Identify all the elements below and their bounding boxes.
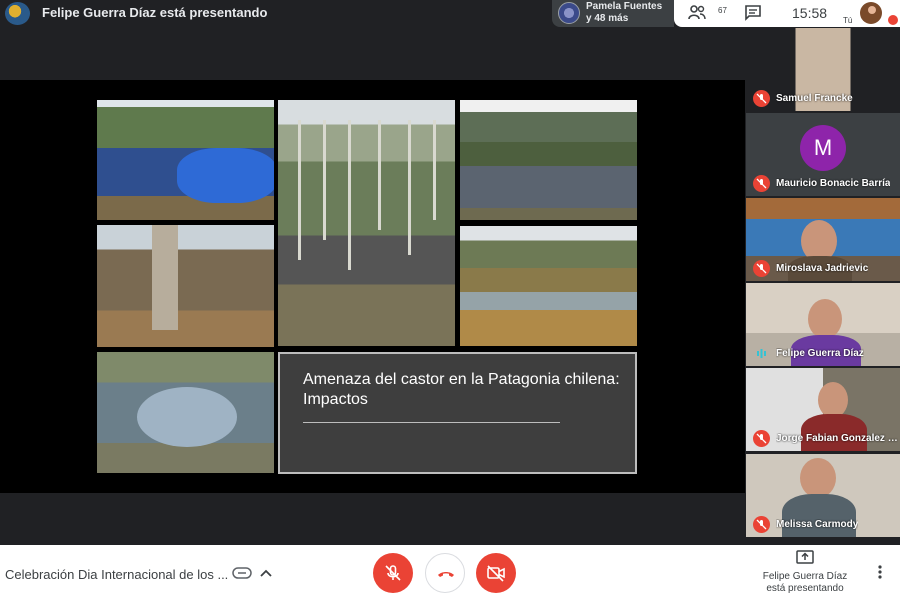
presentation-slide: Amenaza del castor en la Patagonia chile… [97, 100, 638, 474]
slide-title-box: Amenaza del castor en la Patagonia chile… [278, 352, 637, 474]
mic-off-icon [753, 430, 770, 447]
presentation-stage: Amenaza del castor en la Patagonia chile… [0, 80, 745, 493]
chat-icon [745, 5, 761, 21]
participant-tile[interactable]: Miroslava Jadrievic [746, 198, 900, 281]
chevron-up-icon [260, 569, 272, 577]
participant-tile[interactable]: Melissa Carmody [746, 454, 900, 537]
clock: 15:58 [792, 5, 828, 21]
participant-preview-avatar [558, 2, 580, 24]
camera-off-icon [487, 565, 505, 582]
participant-tile[interactable]: Samuel Francke [746, 28, 900, 111]
participant-tile[interactable]: M Mauricio Bonacic Barría [746, 113, 900, 196]
camera-toggle-button[interactable] [476, 553, 516, 593]
expand-button[interactable] [258, 565, 274, 581]
speaking-indicator-icon [753, 345, 770, 362]
self-label: Tú [843, 16, 853, 25]
participant-name: Melissa Carmody [776, 519, 859, 530]
participants-preview[interactable]: Pamela Fuentes y 48 más [552, 0, 674, 27]
more-vert-icon [878, 565, 882, 579]
people-button[interactable]: 67 [688, 4, 727, 24]
mic-off-icon [753, 90, 770, 107]
slide-photo-gnawed-trunk [97, 225, 274, 347]
mic-toggle-button[interactable] [373, 553, 413, 593]
participant-video-face [818, 382, 848, 418]
participant-name: Samuel Francke [776, 93, 853, 104]
mic-off-icon [753, 260, 770, 277]
slide-title: Amenaza del castor en la Patagonia chile… [303, 371, 620, 408]
people-icon [688, 5, 706, 20]
participant-name: Felipe Guerra Díaz [776, 348, 864, 359]
slide-photo-aerial [97, 352, 274, 473]
top-right-panel: 67 15:58 Tú [674, 0, 900, 27]
participant-name: Miroslava Jadrievic [776, 263, 869, 274]
chat-button[interactable] [744, 4, 762, 22]
presenter-title: Felipe Guerra Díaz está presentando [42, 5, 268, 20]
self-mic-off-icon [888, 15, 898, 25]
participant-avatar: M [800, 125, 846, 171]
hangup-icon [438, 572, 454, 577]
presenting-status-name: Felipe Guerra Díaz [762, 571, 848, 582]
hangup-button[interactable] [425, 553, 465, 593]
slide-photo-flooded-valley [460, 100, 637, 220]
participant-tile[interactable]: Jorge Fabian Gonzalez G... [746, 368, 900, 451]
bottom-bar: Celebración Dia Internacional de los ... [0, 545, 900, 600]
meeting-title[interactable]: Celebración Dia Internacional de los ... [5, 567, 228, 582]
top-bar: Felipe Guerra Díaz está presentando Pame… [0, 0, 900, 27]
people-count: 67 [718, 6, 727, 15]
participant-name: Mauricio Bonacic Barría [776, 178, 891, 189]
presenter-avatar [5, 2, 30, 25]
presenting-status-text: está presentando [766, 583, 844, 594]
self-avatar[interactable] [860, 2, 882, 24]
slide-photo-pond [97, 100, 274, 220]
slide-photo-wetland [460, 226, 637, 346]
mic-off-icon [753, 516, 770, 533]
more-options-button[interactable] [871, 563, 889, 581]
slide-title-rule [303, 422, 560, 423]
mic-off-icon [385, 565, 401, 581]
participants-preview-more: y 48 más [586, 13, 629, 24]
details-icon [232, 567, 252, 579]
participant-name: Jorge Fabian Gonzalez G... [776, 433, 898, 444]
meeting-details-button[interactable] [232, 565, 252, 581]
slide-photo-dead-forest [278, 100, 455, 346]
participant-tile[interactable]: Felipe Guerra Díaz [746, 283, 900, 366]
participant-video-face [800, 458, 836, 498]
participant-video-body [782, 494, 856, 537]
mic-off-icon [753, 175, 770, 192]
participant-video-face [808, 299, 842, 339]
present-screen-icon[interactable] [796, 550, 814, 564]
participants-preview-name: Pamela Fuentes [586, 1, 663, 12]
